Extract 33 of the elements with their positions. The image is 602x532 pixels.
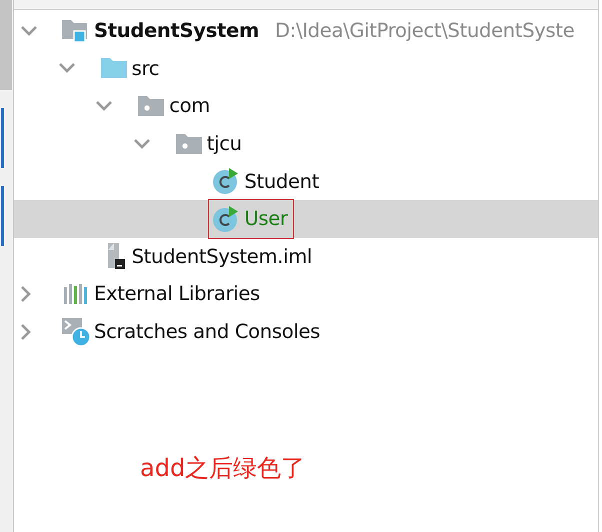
annotation-text: add之后绿色了 [140, 453, 306, 484]
expand-chevron-icon[interactable] [132, 138, 151, 150]
tree-row[interactable]: com [14, 87, 598, 125]
node-label: StudentSystem.iml [132, 244, 312, 268]
node-label: tjcu [206, 132, 242, 156]
node-label: User [244, 207, 288, 230]
package-icon [137, 94, 166, 117]
node-label: com [169, 94, 210, 118]
tree-row[interactable]: StudentSystem.iml [14, 238, 598, 276]
module-path: D:\Idea\GitProject\StudentSyste [274, 19, 574, 42]
node-label: External Libraries [94, 282, 260, 306]
node-label: StudentSystem [94, 19, 259, 42]
package-icon [174, 132, 203, 155]
expand-chevron-icon[interactable] [95, 100, 114, 112]
tree-row[interactable]: User [14, 200, 598, 238]
node-label: Scratches and Consoles [94, 320, 320, 344]
expand-chevron-icon[interactable] [58, 62, 76, 74]
tree-row[interactable]: External Libraries [14, 275, 598, 313]
collapse-chevron-icon[interactable] [20, 322, 32, 341]
tree-row[interactable]: StudentSystem D:\Idea\GitProject\StudentSyste [14, 12, 598, 50]
collapse-chevron-icon[interactable] [20, 284, 32, 303]
libraries-icon [62, 282, 90, 305]
tree-row[interactable]: Student [14, 162, 598, 200]
class-icon [212, 167, 240, 196]
tree-row[interactable]: Scratches and Consoles [14, 312, 598, 350]
folder-icon [100, 57, 128, 80]
class-icon [212, 204, 240, 233]
scratches-icon [61, 316, 91, 347]
expand-chevron-icon[interactable] [20, 24, 38, 37]
tree-row[interactable]: src [14, 50, 598, 88]
node-label: src [132, 56, 160, 80]
tree-row[interactable]: tjcu [14, 124, 598, 162]
node-label: Student [244, 170, 320, 193]
